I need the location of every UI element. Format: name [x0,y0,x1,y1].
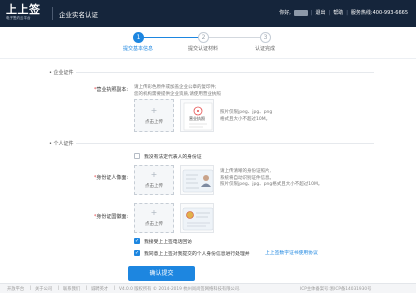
header-divider [52,7,53,20]
brand-logo[interactable]: 上上签 电子签约云平台 [6,3,41,21]
footer-link-contact[interactable]: 联系我们 [63,286,80,292]
no-id-checkbox-label[interactable]: 我没有法定代表人的身份证 [144,153,202,160]
id-back-upload-button[interactable]: + 点击上传 [134,203,174,233]
separator: | [328,9,331,16]
section-divider [76,143,374,144]
upload-label: 点击上传 [145,222,163,227]
header-user-area: 你好, | 退出 | 帮助 | 服务热线:400-993-6665 [279,9,408,16]
step-3-label: 认证完成 [254,46,275,52]
id-back-field-label: *身份证国徽面: [58,213,128,220]
footer-separator: | [30,286,32,291]
step-connector-2 [208,37,260,38]
license-sample-image: 营业执照 [180,99,214,132]
license-field-label: *营业执照副本: [58,86,128,93]
plus-icon: + [150,106,158,115]
step-1-indicator: 1 [133,32,144,43]
footer-icp[interactable]: ICP主体备案号:浙ICP备14031930号 [300,286,371,292]
separator: | [346,9,348,16]
footer-separator: | [86,286,88,291]
logo-text: 上上签 [6,3,41,16]
footer-separator: | [58,286,60,291]
format-hint-line: 格式且大小不超过10M。 [220,116,271,122]
upload-label: 点击上传 [145,184,163,189]
no-id-checkbox[interactable] [134,153,140,159]
footer-separator: | [114,286,116,291]
page-title: 企业实名认证 [59,11,98,19]
privacy-consent-checkbox[interactable]: ✓ [134,250,140,256]
service-hotline: 服务热线:400-993-6665 [350,10,408,16]
step-3-indicator: 3 [260,32,271,43]
certificate-agreement-link[interactable]: 上上签数字证书使用协议 [265,249,318,256]
logout-link[interactable]: 退出 [315,9,325,16]
plus-icon: + [150,208,158,217]
license-hint-line: 您的机构需要提供企业资质,请使用营业执照 [134,91,221,97]
step-2-indicator: 2 [198,32,209,43]
step-1-label: 提交基本信息 [122,46,153,52]
section-divider [76,72,374,73]
personal-section-title: • 个人证件 [49,140,74,147]
top-navigation-bar: 上上签 电子签约云平台 企业实名认证 你好, | 退出 | 帮助 | 服务热线:… [0,0,416,27]
id-front-label-text: 身份证人像面: [96,175,128,181]
privacy-consent-label[interactable]: 我同意上上签对我提交的个人身份信息进行处理并 [144,250,250,257]
id-front-upload-button[interactable]: + 点击上传 [134,165,174,195]
footer: 开放平台 | 关于公司 | 联系我们 | 诚聘英才 | V4.0.0 版权所有 … [0,283,416,293]
id-hint-line: 照片仅限jpeg、jpg、png格式且大小不超过10M。 [220,182,323,187]
license-label-text: 营业执照副本: [96,87,128,93]
step-2-label: 提交认证材料 [187,46,218,52]
step-connector-1 [138,37,201,38]
footer-link-open-platform[interactable]: 开放平台 [7,286,24,292]
enterprise-section-title: • 企业证件 [49,69,74,76]
id-back-sample-icon [182,207,213,231]
footer-link-careers[interactable]: 诚聘英才 [91,286,108,292]
id-back-label-text: 身份证国徽面: [96,214,128,220]
license-hint: 请上传彩色原件或加盖企业公章的复印件; 您的机构需要提供企业资质,请使用营业执照 [134,85,374,98]
license-format-hint: 照片仅限jpeg、jpg、png 格式且大小不超过10M。 [220,110,330,123]
id-front-sample-icon [182,169,213,193]
plus-icon: + [150,170,158,179]
id-front-sample-image [180,165,214,195]
id-back-sample-image [180,203,214,233]
callback-consent-checkbox[interactable]: ✓ [134,238,140,244]
submit-button[interactable]: 确认提交 [128,266,195,281]
enterprise-section-label: 企业证件 [53,70,74,76]
logo-subtitle: 电子签约云平台 [6,16,31,20]
greeting-text: 你好, [279,10,291,16]
callback-consent-label[interactable]: 我接受上上签电话回访 [144,238,192,245]
id-hint: 请上传清晰的身份证照片, 系统将自动识别证件信息。 照片仅限jpeg、jpg、p… [220,169,360,189]
separator: | [310,9,313,16]
id-front-field-label: *身份证人像面: [58,174,128,181]
upload-label: 点击上传 [145,120,163,125]
progress-steps: 1 2 3 提交基本信息 提交认证材料 认证完成 [0,27,416,59]
help-link[interactable]: 帮助 [333,9,343,16]
sample-stamp-label: 营业执照 [189,116,205,121]
footer-copyright: V4.0.0 版权所有 © 2014-2019 杭州尚尚签网络科技有限公司. [119,287,241,292]
footer-link-about[interactable]: 关于公司 [35,286,52,292]
license-upload-button[interactable]: + 点击上传 [134,99,174,132]
username-redacted [293,9,308,16]
personal-section-label: 个人证件 [53,141,74,147]
